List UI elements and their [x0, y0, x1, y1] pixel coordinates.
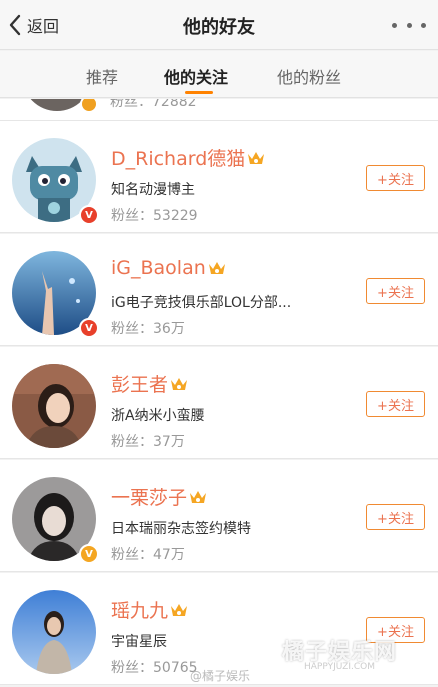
more-options-button[interactable]: [392, 15, 426, 35]
fans-count: 粉丝：53229: [111, 208, 198, 224]
verified-badge-icon: V: [79, 544, 99, 564]
fans-count: 粉丝：37万: [111, 434, 185, 450]
portrait-avatar-image: [12, 364, 96, 448]
verified-badge-icon: [80, 99, 98, 113]
user-description: 浙A纳米小蛮腰: [111, 408, 205, 424]
user-name[interactable]: iG_Baolan: [111, 257, 226, 279]
tab-bar: 推荐 他的关注 他的粉丝: [0, 51, 438, 98]
user-description: 宇宙星辰: [111, 634, 167, 650]
user-name-text: iG_Baolan: [111, 257, 206, 279]
vip-crown-icon: [171, 377, 188, 390]
user-name[interactable]: 彭王者: [111, 370, 188, 397]
vip-crown-icon: [171, 603, 188, 616]
active-tab-indicator: [185, 91, 213, 94]
user-list: 粉丝：72882 V D_Richard德猫 知名动漫博主 粉丝：53229 +…: [0, 99, 438, 687]
avatar[interactable]: [12, 590, 96, 674]
watermark-sub: HAPPYJUZI.COM: [304, 662, 375, 672]
tab-his-fans[interactable]: 他的粉丝: [277, 64, 341, 88]
verified-badge-icon: V: [79, 318, 99, 338]
navigation-bar: 返回 他的好友: [0, 0, 438, 50]
follow-button[interactable]: +关注: [366, 391, 425, 417]
user-description: 知名动漫博主: [111, 182, 195, 198]
follow-button[interactable]: +关注: [366, 278, 425, 304]
vip-crown-icon: [190, 490, 207, 503]
follow-button[interactable]: +关注: [366, 165, 425, 191]
fans-count: 粉丝：72882: [110, 99, 197, 110]
page-title: 他的好友: [183, 17, 255, 38]
more-dots-icon: [392, 22, 397, 28]
user-name[interactable]: D_Richard德猫: [111, 144, 265, 171]
user-name-text: 彭王者: [111, 374, 169, 396]
friends-page: 返回 他的好友 推荐 他的关注 他的粉丝 粉丝：72882 V D_Richar…: [0, 0, 438, 687]
user-description: iG电子竞技俱乐部LOL分部...: [111, 295, 292, 311]
vip-crown-icon: [248, 151, 265, 164]
verified-badge-icon: V: [79, 205, 99, 225]
avatar[interactable]: [12, 364, 96, 448]
tab-recommend[interactable]: 推荐: [86, 64, 118, 88]
vip-crown-icon: [208, 262, 225, 274]
list-item[interactable]: 彭王者 浙A纳米小蛮腰 粉丝：37万 +关注: [0, 347, 438, 459]
user-name-text: 瑶九九: [111, 600, 169, 622]
list-item[interactable]: V iG_Baolan iG电子竞技俱乐部LOL分部... 粉丝：36万 +关注: [0, 234, 438, 346]
user-name-text: 一栗莎子: [111, 487, 188, 509]
watermark-weibo: @橘子娱乐: [190, 669, 251, 683]
user-name[interactable]: 一栗莎子: [111, 483, 207, 510]
tab-his-following[interactable]: 他的关注: [164, 64, 228, 88]
list-item[interactable]: V D_Richard德猫 知名动漫博主 粉丝：53229 +关注: [0, 121, 438, 233]
user-description: 日本瑞丽杂志签约模特: [111, 521, 251, 537]
fans-count: 粉丝：36万: [111, 321, 185, 337]
user-name[interactable]: 瑶九九: [111, 596, 188, 623]
list-item-partial[interactable]: 粉丝：72882: [0, 99, 438, 121]
fans-count: 粉丝：50765: [111, 660, 198, 676]
follow-button[interactable]: +关注: [366, 504, 425, 530]
fans-count: 粉丝：47万: [111, 547, 185, 563]
portrait-avatar-image: [12, 590, 96, 674]
list-item[interactable]: V 一栗莎子 日本瑞丽杂志签约模特 粉丝：47万 +关注: [0, 460, 438, 572]
user-name-text: D_Richard德猫: [111, 148, 246, 170]
